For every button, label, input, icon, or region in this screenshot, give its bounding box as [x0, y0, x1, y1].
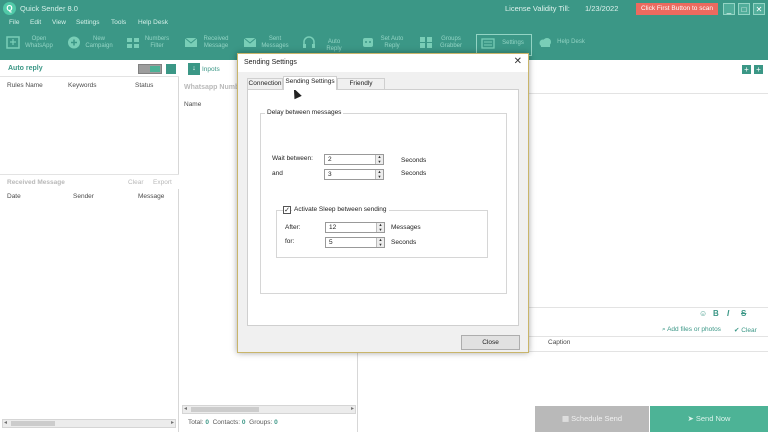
for-label: for: — [285, 238, 295, 245]
and-stepper[interactable]: 3 ▲ ▼ — [324, 169, 384, 180]
spinner-buttons[interactable]: ▲ ▼ — [376, 237, 384, 248]
dialog-title: Sending Settings — [244, 59, 297, 66]
close-button[interactable]: Close — [461, 335, 520, 350]
sleep-group: ✓ Activate Sleep between sending After: … — [276, 206, 488, 258]
tab-content: Delay between messages Wait between: 2 ▲… — [247, 89, 519, 326]
seconds-label: Seconds — [401, 157, 427, 164]
delay-group-title: Delay between messages — [265, 109, 344, 116]
seconds-label: Seconds — [401, 170, 427, 177]
messages-label: Messages — [391, 224, 421, 231]
after-stepper[interactable]: 12 ▲ ▼ — [325, 222, 385, 233]
dialog-title-bar: Sending Settings ✕ — [238, 54, 528, 72]
spinner-buttons[interactable]: ▲ ▼ — [375, 169, 383, 180]
for-value: 5 — [329, 239, 333, 246]
after-value: 12 — [329, 224, 337, 231]
spinner-buttons[interactable]: ▲ ▼ — [376, 222, 384, 233]
seconds-label: Seconds — [391, 239, 417, 246]
close-icon[interactable]: ✕ — [514, 56, 522, 67]
wait-between-value: 2 — [328, 156, 332, 163]
spin-down-icon[interactable]: ▼ — [376, 159, 383, 165]
and-label: and — [272, 170, 283, 177]
spin-down-icon[interactable]: ▼ — [377, 227, 384, 233]
delay-group: Delay between messages Wait between: 2 ▲… — [260, 109, 507, 294]
tab-sending-settings[interactable]: Sending Settings — [283, 76, 337, 90]
spin-down-icon[interactable]: ▼ — [376, 174, 383, 180]
spinner-buttons[interactable]: ▲ ▼ — [375, 154, 383, 165]
wait-between-stepper[interactable]: 2 ▲ ▼ — [324, 154, 384, 165]
sleep-checkbox[interactable]: ✓ — [283, 206, 291, 214]
spin-down-icon[interactable]: ▼ — [377, 242, 384, 248]
after-label: After: — [285, 224, 301, 231]
and-value: 3 — [328, 171, 332, 178]
sleep-checkbox-label[interactable]: Activate Sleep between sending — [292, 206, 389, 213]
sending-settings-dialog: Sending Settings ✕ Connection Sending Se… — [237, 53, 529, 353]
tab-connection[interactable]: Connection — [247, 78, 283, 89]
wait-between-label: Wait between: — [272, 155, 313, 162]
tab-friendly-sending[interactable]: Friendly sending — [337, 78, 385, 97]
for-stepper[interactable]: 5 ▲ ▼ — [325, 237, 385, 248]
